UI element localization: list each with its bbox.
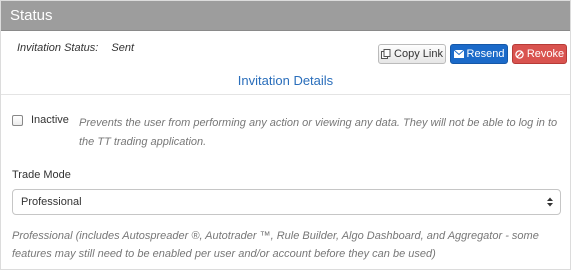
panel-header: Status [1, 1, 570, 31]
status-panel: Status Invitation Status: Sent Copy Link… [0, 0, 571, 270]
trade-mode-selected: Professional [21, 196, 82, 208]
revoke-button[interactable]: Revoke [512, 44, 567, 64]
envelope-icon [453, 50, 464, 58]
copy-link-label: Copy Link [394, 48, 443, 60]
panel-title: Status [10, 7, 53, 24]
inactive-help-text: Prevents the user from performing any ac… [79, 117, 558, 148]
ban-icon [515, 49, 524, 59]
copy-link-button[interactable]: Copy Link [378, 44, 446, 64]
trade-mode-select[interactable]: Professional [12, 189, 561, 215]
resend-label: Resend [466, 48, 505, 60]
select-arrows-icon [547, 197, 553, 207]
invitation-details-title: Invitation Details [237, 73, 334, 88]
section-divider [1, 94, 570, 95]
copy-icon [381, 49, 391, 59]
invitation-status-value: Sent [111, 42, 135, 54]
invitation-status-label: Invitation Status: [17, 42, 99, 54]
trade-mode-label: Trade Mode [12, 169, 71, 181]
revoke-label: Revoke [526, 48, 565, 60]
inactive-label: Inactive [31, 114, 69, 126]
resend-button[interactable]: Resend [450, 44, 508, 64]
inactive-checkbox[interactable] [12, 115, 23, 126]
invitation-status: Invitation Status: Sent [17, 42, 134, 54]
trade-mode-help-text: Professional (includes Autospreader ®, A… [12, 230, 539, 260]
